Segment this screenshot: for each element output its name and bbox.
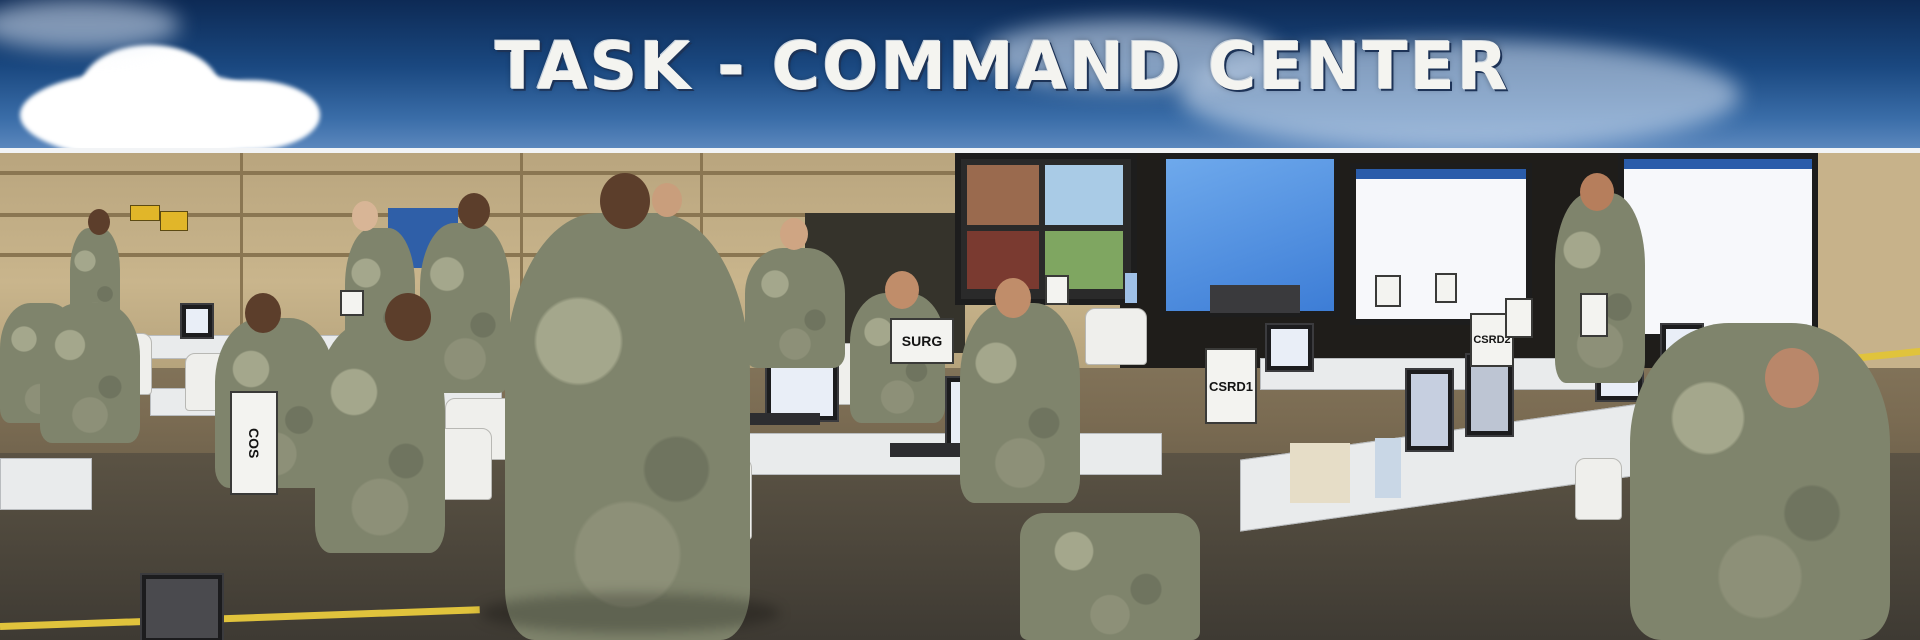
soldier-head-5 [385,293,431,341]
soldier-head-3 [458,193,490,229]
chair-11 [1575,458,1622,520]
banner-title: TASK - COMMAND CENTER [495,28,1510,105]
wall-sign [130,205,160,221]
book-stack [1290,443,1350,503]
cloud-left-puff-2 [180,80,320,148]
printer [1210,285,1300,313]
table-front [0,458,92,510]
placard-small-5 [1580,293,1608,337]
video-feed-2 [1045,165,1123,225]
soldier-head-12 [1765,348,1819,408]
soldier-head [88,209,110,235]
soldier-foreground-standing [505,213,750,640]
cloud-haze-left [0,0,180,50]
soldier-seated-right [1630,323,1890,640]
soldier-back-center [745,248,845,368]
soldier-head-6 [600,173,650,229]
command-center-photo: SURG CSRD1 CSRD2 COS [0,153,1920,640]
laptop-9 [140,573,224,640]
backpack [1020,513,1200,640]
chair-10 [1085,308,1147,365]
video-feed [967,165,1039,225]
soldier-standing-right [1555,193,1645,383]
placard-small-2 [1375,275,1401,307]
placard-small-6 [340,290,364,316]
water-bottle [1125,273,1137,303]
browser-bar [1356,169,1526,179]
placard-csrd1: CSRD1 [1205,348,1257,424]
browser-bar-2 [1624,159,1812,169]
laptop [180,303,214,339]
soldier-head-4 [245,293,281,333]
laptop-5 [1405,368,1454,452]
soldier-back-row [40,303,140,443]
placard-surg: SURG [890,318,954,364]
soldier-seated-center [315,323,445,553]
projection-screen-right [1618,153,1818,340]
placard-small-3 [1435,273,1457,303]
laptop-4 [1265,323,1314,372]
placard-small [1045,275,1069,305]
water-bottle-2 [1375,438,1401,498]
soldier-head-8 [780,218,808,250]
placard-cos: COS [230,391,278,495]
wall-sign-2 [160,211,188,231]
soldier-head-9 [885,271,919,309]
placard-small-4 [1505,298,1533,338]
soldier-head-11 [1580,173,1614,211]
soldier-seated-center-right [960,303,1080,503]
soldier-head-7 [652,183,682,217]
header-banner: TASK - COMMAND CENTER [0,0,1920,148]
floor-shadow [480,593,780,633]
soldier-head-10 [995,278,1031,318]
soldier-head-2 [352,201,378,231]
